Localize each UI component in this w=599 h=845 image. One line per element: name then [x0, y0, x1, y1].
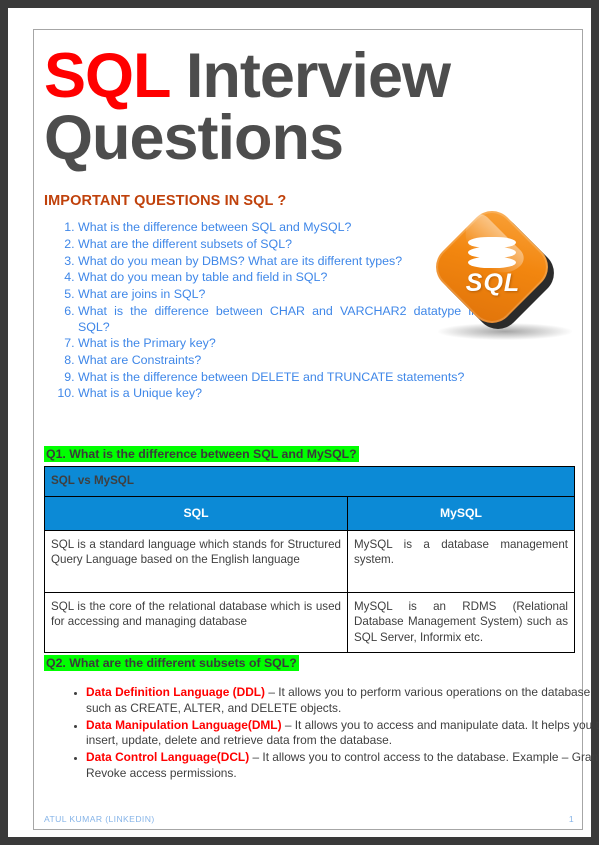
list-item: Data Control Language(DCL) – It allows y…: [86, 750, 599, 782]
table-caption: SQL vs MySQL: [44, 466, 575, 497]
list-item[interactable]: What is a Unique key?: [78, 385, 478, 401]
question-text: What is the difference between CHAR and …: [78, 303, 478, 334]
bullet-term: Data Control Language(DCL): [86, 750, 250, 765]
table-header-sql: SQL: [44, 495, 348, 531]
list-item[interactable]: What is the Primary key?: [78, 335, 478, 351]
page-content: SQL Interview Questions IMPORTANT QUESTI…: [44, 40, 599, 783]
list-item[interactable]: What are the different subsets of SQL?: [78, 236, 478, 252]
database-cylinder-icon: [468, 237, 516, 271]
question-text: What is the difference between DELETE an…: [78, 369, 465, 384]
table-cell: MySQL is an RDMS (Relational Database Ma…: [347, 591, 575, 653]
bullet-term: Data Manipulation Language(DML): [86, 717, 282, 732]
q2-heading: Q2. What are the different subsets of SQ…: [44, 654, 299, 671]
page-footer: ATUL KUMAR (LINKEDIN) 1: [44, 814, 574, 824]
title-accent-word: SQL: [44, 41, 170, 111]
footer-author: ATUL KUMAR (LINKEDIN): [44, 814, 155, 824]
question-text: What are the different subsets of SQL?: [78, 237, 292, 252]
question-text: What are Constraints?: [78, 352, 202, 367]
title-rest-word: Interview: [169, 41, 451, 111]
sql-logo: SQL: [426, 201, 582, 356]
question-text: What do you mean by DBMS? What are its d…: [78, 253, 403, 268]
table-cell: SQL is the core of the relational databa…: [44, 591, 348, 653]
table-cell: SQL is a standard language which stands …: [44, 529, 348, 593]
important-questions-list: What is the difference between SQL and M…: [44, 219, 478, 401]
table-row: SQL is a standard language which stands …: [44, 529, 575, 593]
list-item[interactable]: What do you mean by DBMS? What are its d…: [78, 253, 478, 269]
title-line-two: Questions: [44, 102, 344, 173]
question-text: What is the difference between SQL and M…: [78, 220, 352, 235]
list-item[interactable]: What are Constraints?: [78, 352, 478, 368]
question-text: What do you mean by table and field in S…: [78, 270, 328, 285]
list-item[interactable]: What is the difference between DELETE an…: [78, 369, 478, 385]
table-cell: MySQL is a database management system.: [347, 529, 575, 593]
question-text: What is a Unique key?: [78, 386, 202, 401]
document-viewport: SQL Interview Questions IMPORTANT QUESTI…: [0, 0, 599, 845]
important-questions-heading: IMPORTANT QUESTIONS IN SQL ?: [44, 193, 287, 210]
q1-heading: Q1. What is the difference between SQL a…: [44, 446, 359, 463]
sql-vs-mysql-table: SQL vs MySQL SQL MySQL SQL is a standard…: [44, 466, 575, 653]
table-header-row: SQL MySQL: [44, 495, 575, 531]
list-item[interactable]: What do you mean by table and field in S…: [78, 269, 478, 285]
footer-page-number: 1: [568, 814, 574, 824]
table-row: SQL is the core of the relational databa…: [44, 591, 575, 653]
sql-subsets-list: Data Definition Language (DDL) – It allo…: [44, 685, 599, 782]
logo-label: SQL: [465, 269, 521, 297]
question-text: What is the Primary key?: [78, 336, 216, 351]
table-header-mysql: MySQL: [347, 495, 575, 531]
q1-section: Q1. What is the difference between SQL a…: [44, 445, 575, 653]
list-item: Data Definition Language (DDL) – It allo…: [86, 685, 599, 717]
question-text: What are joins in SQL?: [78, 286, 206, 301]
list-item[interactable]: What are joins in SQL?: [78, 286, 478, 302]
bullet-term: Data Definition Language (DDL): [86, 684, 266, 699]
document-page: SQL Interview Questions IMPORTANT QUESTI…: [8, 8, 599, 837]
list-item[interactable]: What is the difference between CHAR and …: [78, 303, 478, 335]
list-item: Data Manipulation Language(DML) – It all…: [86, 718, 599, 750]
q2-section: Q2. What are the different subsets of SQ…: [44, 654, 599, 782]
page-title: SQL Interview Questions: [44, 40, 574, 170]
list-item[interactable]: What is the difference between SQL and M…: [78, 219, 478, 235]
table-caption-row: SQL vs MySQL: [44, 466, 575, 497]
